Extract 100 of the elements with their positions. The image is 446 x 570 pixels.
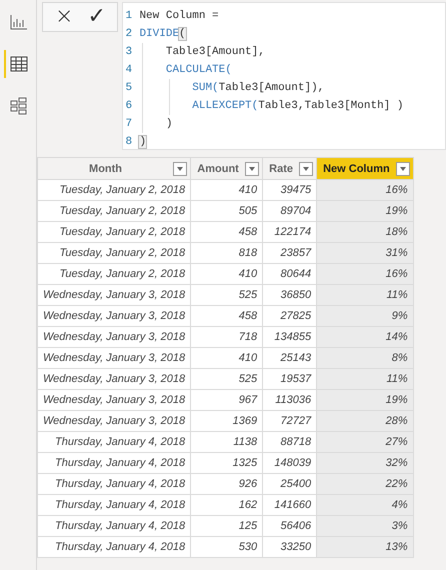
- table-cell: 25143: [262, 348, 317, 368]
- table-cell: 525: [190, 368, 263, 390]
- table-cell: 32%: [316, 452, 414, 474]
- code-line: Table3[Amount],: [139, 46, 265, 58]
- table-cell: 9%: [316, 306, 414, 326]
- filter-dropdown[interactable]: [173, 162, 188, 176]
- table-cell: 27%: [316, 432, 414, 452]
- table-cell: 458: [190, 222, 263, 242]
- code-line: CALCULATE(: [139, 64, 232, 76]
- column-label: Month: [88, 162, 124, 174]
- table-cell: 13%: [316, 536, 414, 558]
- line-number: 7: [124, 118, 134, 130]
- line-number: 6: [124, 100, 134, 112]
- table-cell: 39475: [262, 180, 317, 200]
- table-cell: 125: [190, 516, 263, 536]
- table-cell: Thursday, January 4, 2018: [38, 494, 191, 516]
- table-cell: 11%: [316, 368, 414, 390]
- table-cell: 19%: [316, 390, 414, 410]
- column-header[interactable]: Amount: [190, 158, 263, 180]
- table-cell: 56406: [262, 516, 317, 536]
- table-cell: 16%: [316, 264, 414, 284]
- code-line: SUM(Table3[Amount]),: [139, 82, 324, 94]
- table-cell: Tuesday, January 2, 2018: [38, 242, 191, 264]
- table-cell: Wednesday, January 3, 2018: [38, 284, 191, 306]
- commit-button[interactable]: ✓: [87, 6, 106, 28]
- table-cell: 25400: [262, 474, 317, 494]
- table-cell: 33250: [262, 536, 317, 558]
- table-cell: 14%: [316, 326, 414, 348]
- column-header[interactable]: New Column: [316, 158, 414, 180]
- code-line: New Column =: [139, 10, 219, 22]
- table-cell: Thursday, January 4, 2018: [38, 516, 191, 536]
- bar-chart-icon: [10, 14, 28, 30]
- table-cell: 818: [190, 242, 263, 264]
- code-line: ALLEXCEPT(Table3,Table3[Month] ): [139, 100, 404, 112]
- table-cell: 22%: [316, 474, 414, 494]
- table-cell: 926: [190, 474, 263, 494]
- table-cell: 505: [190, 200, 263, 222]
- table-cell: Tuesday, January 2, 2018: [38, 200, 191, 222]
- cancel-button[interactable]: ×: [55, 6, 74, 28]
- table-cell: 16%: [316, 180, 414, 200]
- table-cell: 148039: [262, 452, 317, 474]
- table-cell: Tuesday, January 2, 2018: [38, 180, 191, 200]
- table-cell: 31%: [316, 242, 414, 264]
- table-cell: 458: [190, 306, 263, 326]
- table-cell: 89704: [262, 200, 317, 222]
- table-cell: 80644: [262, 264, 317, 284]
- line-number: 3: [124, 46, 134, 58]
- table-cell: 4%: [316, 494, 414, 516]
- table-cell: 1369: [190, 410, 263, 432]
- table-cell: 141660: [262, 494, 317, 516]
- table-icon: [10, 56, 28, 72]
- table-cell: 410: [190, 348, 263, 368]
- column-label: New Column: [323, 162, 390, 174]
- filter-dropdown[interactable]: [396, 162, 410, 176]
- column-label: Amount: [197, 162, 240, 174]
- table-cell: 11%: [316, 284, 414, 306]
- table-cell: 27825: [262, 306, 317, 326]
- filter-dropdown[interactable]: [299, 162, 314, 176]
- table-cell: 23857: [262, 242, 317, 264]
- column-label: Rate: [269, 162, 294, 174]
- formula-editor[interactable]: 1 New Column = 2 DIVIDE( 3 Table3[Amount], 4 CALCULATE( 5 SUM(Table3[Amount]), 6 ALLEXCEPT(Table3,Table3[Month] ) 7 ) 8 ): [122, 2, 446, 150]
- table-cell: Wednesday, January 3, 2018: [38, 368, 191, 390]
- table-cell: Wednesday, January 3, 2018: [38, 306, 191, 326]
- column-header[interactable]: Month: [38, 158, 191, 180]
- code-line: ): [139, 118, 172, 130]
- caret-icon: [177, 166, 184, 170]
- table-cell: 36850: [262, 284, 317, 306]
- table-cell: 525: [190, 284, 263, 306]
- table-cell: 162: [190, 494, 263, 516]
- table-cell: Wednesday, January 3, 2018: [38, 326, 191, 348]
- column-header[interactable]: Rate: [262, 158, 317, 180]
- table-cell: 410: [190, 180, 263, 200]
- table-cell: 28%: [316, 410, 414, 432]
- table-cell: 134855: [262, 326, 317, 348]
- table-cell: 18%: [316, 222, 414, 242]
- line-number: 8: [124, 136, 134, 148]
- filter-dropdown[interactable]: [245, 162, 260, 176]
- line-number: 1: [124, 10, 134, 22]
- line-number: 2: [124, 28, 134, 40]
- table-cell: 122174: [262, 222, 317, 242]
- line-number: 4: [124, 64, 134, 76]
- code-line: DIVIDE(: [139, 28, 186, 40]
- caret-icon: [400, 166, 406, 170]
- table-cell: 718: [190, 326, 263, 348]
- table-cell: 113036: [262, 390, 317, 410]
- table-cell: 8%: [316, 348, 414, 368]
- table-cell: 19%: [316, 200, 414, 222]
- caret-icon: [249, 166, 256, 170]
- table-cell: 19537: [262, 368, 317, 390]
- table-cell: 1325: [190, 452, 263, 474]
- table-cell: 1138: [190, 432, 263, 452]
- table-cell: Wednesday, January 3, 2018: [38, 348, 191, 368]
- table-cell: Thursday, January 4, 2018: [38, 474, 191, 494]
- table-cell: 530: [190, 536, 263, 558]
- table-cell: 410: [190, 264, 263, 284]
- line-number: 5: [124, 82, 134, 94]
- table-cell: Wednesday, January 3, 2018: [38, 390, 191, 410]
- table-cell: Thursday, January 4, 2018: [38, 452, 191, 474]
- table-cell: 967: [190, 390, 263, 410]
- table-cell: 72727: [262, 410, 317, 432]
